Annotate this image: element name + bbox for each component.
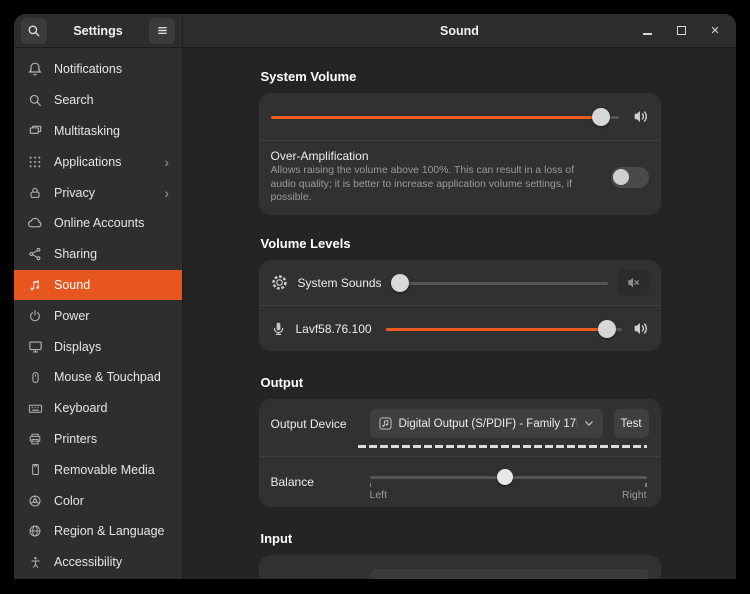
sound-panel: System Volume Over-Amplification Allows … bbox=[183, 48, 736, 579]
mouse-icon bbox=[27, 369, 43, 385]
test-speakers-button[interactable]: Test bbox=[613, 409, 649, 439]
balance-label: Balance bbox=[270, 475, 314, 490]
app-stream-slider[interactable] bbox=[385, 319, 622, 338]
output-heading: Output bbox=[260, 375, 304, 391]
minimize-icon bbox=[642, 32, 652, 35]
input-device-dropdown[interactable] bbox=[369, 569, 649, 579]
system-sounds-slider[interactable] bbox=[390, 273, 608, 292]
globe-icon bbox=[27, 523, 43, 539]
sidebar-item-search[interactable]: Search bbox=[14, 85, 182, 116]
content-headerbar: Sound × bbox=[183, 14, 736, 48]
sidebar-item-accessibility[interactable]: Accessibility bbox=[14, 547, 182, 578]
settings-window: Settings Sound × Notifications Search Mu… bbox=[14, 14, 736, 579]
output-device-dashed-line bbox=[357, 445, 647, 449]
chevron-right-icon: › bbox=[164, 153, 169, 170]
sidebar-item-color[interactable]: Color bbox=[14, 485, 182, 516]
close-button[interactable]: × bbox=[708, 22, 722, 39]
over-amplification-description: Allows raising the volume above 100%. Th… bbox=[270, 165, 575, 204]
minimize-button[interactable] bbox=[640, 24, 654, 38]
search-icon bbox=[27, 92, 43, 108]
app-stream-label: Lavf58.76.100 bbox=[295, 321, 372, 336]
sidebar-item-power[interactable]: Power bbox=[14, 300, 182, 331]
output-device-value: Digital Output (S/PDIF) - Family 17h (Mo… bbox=[398, 417, 577, 430]
app-stream-slider-handle[interactable] bbox=[598, 319, 617, 338]
microphone-icon bbox=[273, 322, 283, 335]
bell-icon bbox=[27, 61, 43, 77]
system-sounds-icon bbox=[271, 275, 287, 290]
system-sounds-slider-handle[interactable] bbox=[390, 273, 409, 292]
input-device-label: Input Device bbox=[271, 577, 370, 579]
balance-slider-handle[interactable] bbox=[497, 469, 514, 486]
input-card: Input Device Configuration bbox=[258, 555, 661, 579]
volume-muted-icon bbox=[627, 277, 639, 288]
audio-card-icon bbox=[379, 417, 391, 430]
sidebar-item-displays[interactable]: Displays bbox=[14, 331, 182, 362]
volume-high-icon[interactable] bbox=[632, 320, 649, 337]
removable-media-icon bbox=[27, 462, 43, 478]
chevron-right-icon: › bbox=[164, 184, 169, 201]
over-amplification-title: Over-Amplification bbox=[270, 149, 369, 163]
chevron-down-icon bbox=[584, 421, 593, 427]
system-sounds-mute-button[interactable] bbox=[617, 269, 649, 297]
system-volume-heading: System Volume bbox=[260, 69, 357, 84]
sidebar-item-mouse-touchpad[interactable]: Mouse & Touchpad bbox=[14, 362, 182, 393]
sidebar-item-notifications[interactable]: Notifications bbox=[14, 54, 182, 85]
sidebar-item-sharing[interactable]: Sharing bbox=[14, 239, 182, 270]
color-wheel-icon bbox=[27, 493, 43, 509]
system-volume-slider[interactable] bbox=[270, 107, 619, 126]
printer-icon bbox=[27, 431, 43, 447]
sidebar-item-privacy[interactable]: Privacy › bbox=[14, 177, 182, 208]
share-icon bbox=[27, 246, 43, 262]
system-volume-card: Over-Amplification Allows raising the vo… bbox=[258, 93, 661, 216]
keyboard-icon bbox=[27, 400, 43, 416]
over-amplification-toggle[interactable] bbox=[610, 166, 649, 188]
output-device-label: Output Device bbox=[270, 416, 347, 431]
sidebar-item-region-language[interactable]: Region & Language bbox=[14, 516, 182, 547]
volume-high-icon[interactable] bbox=[632, 108, 649, 125]
display-icon bbox=[27, 339, 43, 355]
output-device-dropdown[interactable]: Digital Output (S/PDIF) - Family 17h (Mo… bbox=[369, 409, 603, 439]
window-controls: × bbox=[640, 14, 722, 47]
lock-icon bbox=[27, 185, 43, 201]
close-icon: × bbox=[710, 22, 720, 39]
menu-button[interactable] bbox=[149, 17, 175, 44]
sidebar-headerbar: Settings bbox=[14, 14, 183, 48]
sidebar-item-sound[interactable]: Sound bbox=[14, 269, 182, 301]
balance-right-label: Right bbox=[621, 489, 647, 502]
hamburger-icon bbox=[157, 26, 167, 35]
multitasking-icon bbox=[27, 123, 43, 139]
balance-left-label: Left bbox=[369, 489, 388, 502]
music-note-icon bbox=[27, 277, 43, 293]
sidebar-item-online-accounts[interactable]: Online Accounts bbox=[14, 208, 182, 239]
balance-slider[interactable] bbox=[369, 469, 647, 488]
sidebar-item-applications[interactable]: Applications › bbox=[14, 146, 182, 177]
sidebar-item-multitasking[interactable]: Multitasking bbox=[14, 116, 182, 147]
output-card: Output Device Digital Output (S/PDIF) - … bbox=[258, 399, 661, 508]
maximize-icon bbox=[676, 26, 686, 35]
app-title: Settings bbox=[73, 23, 123, 38]
sidebar-item-removable-media[interactable]: Removable Media bbox=[14, 454, 182, 485]
volume-levels-card: System Sounds Lavf58.76.100 bbox=[258, 260, 661, 352]
search-icon bbox=[28, 24, 40, 36]
power-icon bbox=[27, 308, 43, 324]
sidebar-item-printers[interactable]: Printers bbox=[14, 424, 182, 455]
sidebar-item-keyboard[interactable]: Keyboard bbox=[14, 393, 182, 424]
accessibility-icon bbox=[27, 554, 43, 570]
volume-levels-heading: Volume Levels bbox=[260, 236, 351, 252]
input-heading: Input bbox=[260, 531, 293, 547]
app-grid-icon bbox=[27, 154, 43, 170]
system-sounds-label: System Sounds bbox=[297, 275, 382, 290]
maximize-button[interactable] bbox=[674, 24, 688, 38]
sidebar: Notifications Search Multitasking Applic… bbox=[14, 48, 183, 579]
cloud-icon bbox=[27, 215, 43, 231]
system-volume-slider-handle[interactable] bbox=[592, 107, 611, 126]
search-button[interactable] bbox=[21, 17, 47, 44]
